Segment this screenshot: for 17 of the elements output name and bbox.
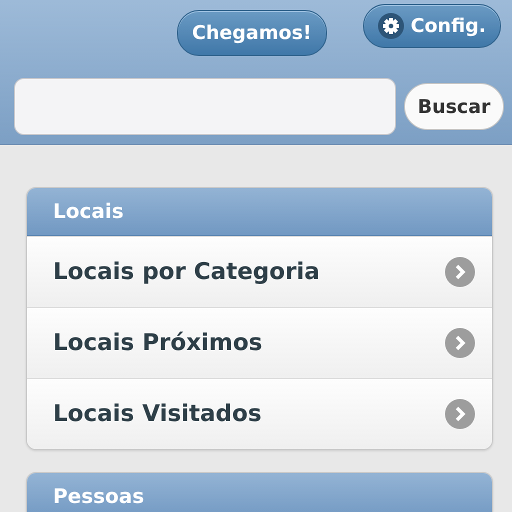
chevron-icon bbox=[445, 257, 475, 287]
section-header: Pessoas bbox=[27, 473, 492, 512]
settings-button[interactable]: Config. bbox=[362, 4, 501, 48]
item-label: Locais Próximos bbox=[53, 330, 262, 356]
settings-label: Config. bbox=[410, 15, 486, 37]
chevron-icon bbox=[445, 328, 475, 358]
settings-icon bbox=[378, 13, 404, 39]
item-label: Locais Visitados bbox=[53, 401, 262, 427]
list-item[interactable]: Locais Próximos bbox=[27, 307, 492, 378]
chevron-icon bbox=[445, 399, 475, 429]
section-header: Locais bbox=[27, 188, 492, 236]
list-item[interactable]: Locais por Categoria bbox=[27, 236, 492, 307]
search-field[interactable] bbox=[14, 78, 396, 135]
item-label: Locais por Categoria bbox=[53, 259, 320, 285]
arrived-button[interactable]: Chegamos! bbox=[176, 10, 327, 56]
search-button[interactable]: Buscar bbox=[404, 83, 504, 130]
list-item[interactable]: Locais Visitados bbox=[27, 378, 492, 449]
